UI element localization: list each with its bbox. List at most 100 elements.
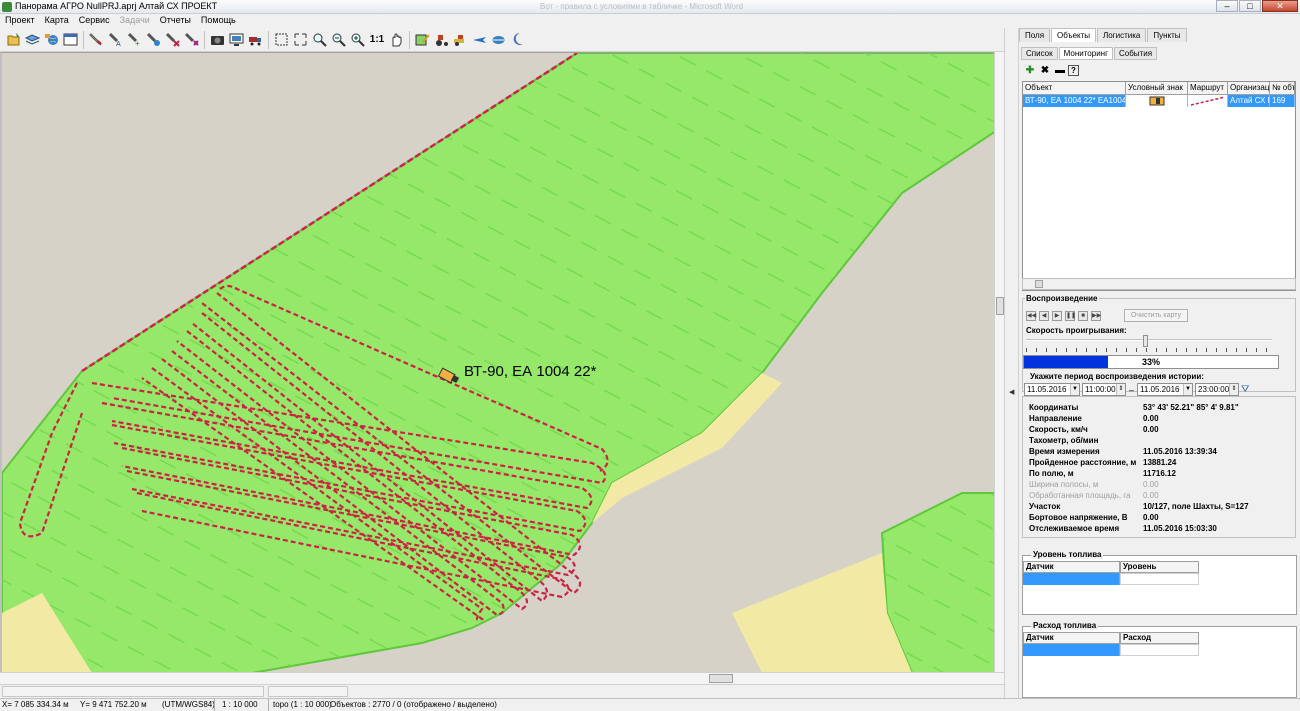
select-rect-icon[interactable] [272, 31, 290, 49]
time-from-field[interactable]: 11:00:00 ⇕ [1082, 383, 1126, 396]
tab-logistics[interactable]: Логистика [1097, 28, 1147, 42]
tab-objects[interactable]: Объекты [1051, 28, 1097, 42]
chevron-down-icon[interactable]: ▼ [1183, 384, 1193, 395]
help-icon[interactable]: ? [1068, 65, 1079, 76]
map-view[interactable]: ВТ-90, ЕА 1004 22* [0, 52, 994, 672]
panel-splitter[interactable]: ◀ [1004, 28, 1019, 698]
spinner-icon[interactable]: ⇕ [1116, 384, 1125, 395]
menu-project[interactable]: Проект [0, 14, 40, 28]
subtab-events[interactable]: События [1114, 47, 1158, 60]
status-coord-y: Y= 9 471 752.20 м [80, 700, 147, 709]
fuel-cons-col-consumption[interactable]: Расход [1120, 632, 1199, 644]
tracker-add-icon[interactable]: + [125, 31, 143, 49]
subtab-list[interactable]: Список [1021, 47, 1058, 60]
info-row: Отслеживаемое время 11.05.2016 15:03:30 [1029, 524, 1294, 535]
table-row[interactable]: ВТ-90, ЕА 1004 22* ЕА1004 22 Алтай СХ П … [1023, 95, 1295, 107]
time-to-field[interactable]: 23:00:00 ⇕ [1195, 383, 1240, 396]
map-horizontal-scrollbar[interactable] [0, 672, 1004, 684]
vertical-scroll-thumb[interactable] [996, 297, 1004, 315]
tractor-icon[interactable] [432, 31, 450, 49]
tracker-a-icon[interactable]: A [106, 31, 124, 49]
menu-service[interactable]: Сервис [74, 14, 115, 28]
info-key: Обработанная площадь, га [1029, 491, 1131, 500]
telemetry-info: Координаты 53° 43' 52.21" 85° 4' 9.81" Нап… [1022, 396, 1296, 538]
minus-icon[interactable]: ▬ [1053, 65, 1067, 77]
satellite-icon[interactable] [489, 31, 507, 49]
grid-horizontal-scrollbar[interactable] [1022, 278, 1296, 290]
map-vertical-scrollbar[interactable] [994, 52, 1004, 672]
background-window-title: Вот - правила с условиями в табличке - M… [540, 2, 744, 11]
svg-text:+: + [135, 39, 140, 47]
date-to-field[interactable]: 11.05.2016 ▼ [1137, 383, 1194, 396]
col-route[interactable]: Маршрут [1188, 82, 1228, 94]
info-row: По полю, м 11716.12 [1029, 469, 1294, 480]
window-icon[interactable] [61, 31, 79, 49]
zoom-in-icon[interactable] [348, 31, 366, 49]
tab-fields[interactable]: Поля [1019, 28, 1051, 42]
status-scale: 1 : 10 000 [222, 700, 258, 709]
zoom-out-icon[interactable] [329, 31, 347, 49]
speed-slider-track[interactable] [1026, 339, 1272, 341]
monitor-icon[interactable] [227, 31, 245, 49]
tracker-x-icon[interactable] [182, 31, 200, 49]
moon-icon[interactable] [508, 31, 526, 49]
prev-icon[interactable]: ◀ [1039, 311, 1049, 321]
hand-icon[interactable] [387, 31, 405, 49]
menu-reports[interactable]: Отчеты [155, 14, 196, 28]
truck-icon[interactable] [246, 31, 264, 49]
zoom-1-1-button[interactable]: 1:1 [367, 34, 387, 45]
rewind-icon[interactable]: ◀◀ [1026, 311, 1036, 321]
fuel-level-title: Уровень топлива [1031, 550, 1104, 559]
minimize-button[interactable]: – [1216, 0, 1238, 12]
camera-icon[interactable] [208, 31, 226, 49]
end-icon[interactable]: ▶▶ [1091, 311, 1101, 321]
tracker-edit-icon[interactable] [144, 31, 162, 49]
add-icon[interactable]: ✚ [1023, 65, 1037, 77]
table-row[interactable] [1023, 644, 1199, 656]
clear-map-button[interactable]: Очистить карту [1124, 309, 1188, 322]
playback-title: Воспроизведение [1026, 294, 1098, 303]
info-key: Ширина полосы, м [1029, 480, 1099, 489]
col-symbol[interactable]: Условный знак [1126, 82, 1188, 94]
pause-icon[interactable]: ❚❚ [1065, 311, 1076, 321]
info-key: Отслеживаемое время [1029, 524, 1120, 533]
chevron-down-icon[interactable]: ▼ [1070, 384, 1079, 395]
menu-tasks[interactable]: Задачи [115, 14, 155, 28]
speed-slider-thumb[interactable] [1143, 335, 1148, 347]
col-object[interactable]: Объект [1023, 82, 1126, 94]
fuel-level-col-sensor[interactable]: Датчик [1023, 561, 1120, 573]
fuel-consumption-title: Расход топлива [1031, 621, 1099, 630]
table-row[interactable] [1023, 573, 1199, 585]
maximize-button[interactable]: □ [1239, 0, 1261, 12]
edit-map-icon[interactable] [413, 31, 431, 49]
globe-icon[interactable] [42, 31, 60, 49]
col-number[interactable]: № объ [1270, 82, 1295, 94]
spinner-icon[interactable]: ⇕ [1229, 384, 1239, 395]
col-org[interactable]: Организац [1228, 82, 1270, 94]
fuel-level-col-level[interactable]: Уровень [1120, 561, 1199, 573]
collapse-arrow-icon[interactable]: ◀ [1009, 388, 1014, 396]
menu-map[interactable]: Карта [40, 14, 74, 28]
filter-icon[interactable]: ⛛ [1241, 384, 1249, 395]
harvester-icon[interactable] [451, 31, 469, 49]
subtab-monitoring[interactable]: Мониторинг [1058, 47, 1113, 60]
close-button[interactable]: ✕ [1262, 0, 1298, 12]
tracker-icon[interactable] [87, 31, 105, 49]
tracker-delete-icon[interactable] [163, 31, 181, 49]
fuel-cons-col-sensor[interactable]: Датчик [1023, 632, 1120, 644]
status-layer: topo (1 : 10 000) [273, 700, 332, 709]
play-icon[interactable]: ▶ [1052, 311, 1062, 321]
plane-icon[interactable] [470, 31, 488, 49]
open-icon[interactable] [4, 31, 22, 49]
fit-icon[interactable] [291, 31, 309, 49]
delete-icon[interactable]: ✖ [1038, 65, 1052, 77]
tab-points[interactable]: Пункты [1147, 28, 1187, 42]
info-value: 11.05.2016 15:03:30 [1143, 524, 1217, 533]
date-from-field[interactable]: 11.05.2016 ▼ [1024, 383, 1080, 396]
menu-help[interactable]: Помощь [196, 14, 241, 28]
layers-icon[interactable] [23, 31, 41, 49]
zoom-icon[interactable] [310, 31, 328, 49]
stop-icon[interactable]: ■ [1078, 311, 1088, 321]
info-key: Участок [1029, 502, 1061, 511]
horizontal-scroll-thumb[interactable] [709, 674, 733, 683]
